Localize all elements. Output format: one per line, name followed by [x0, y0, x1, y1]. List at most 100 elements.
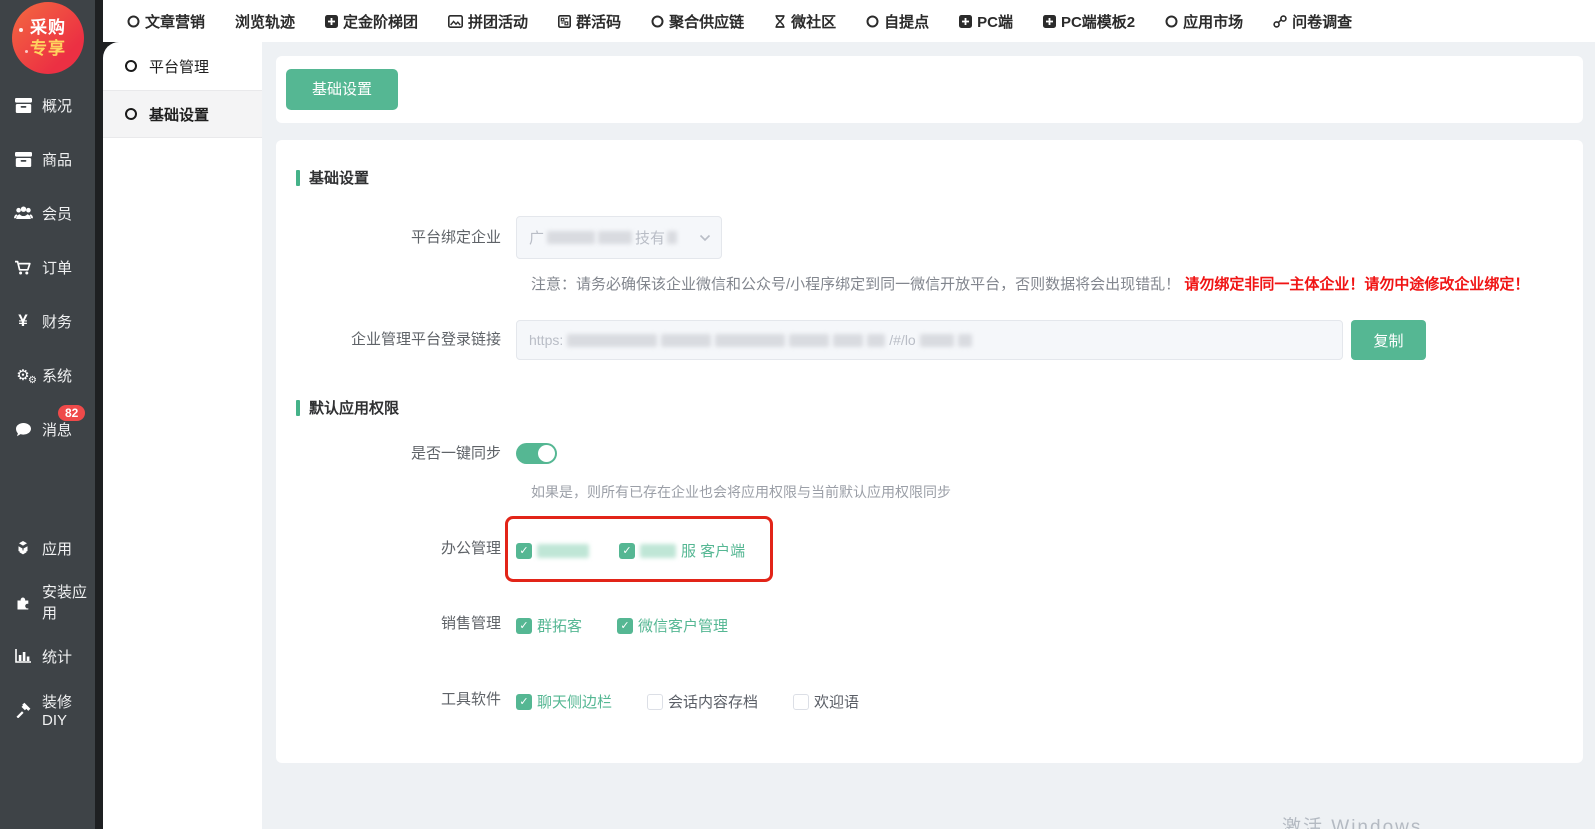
nav-item-label: 浏览轨迹 [235, 11, 295, 32]
nav-item-label: 微社区 [791, 11, 836, 32]
box-icon [13, 98, 33, 113]
redacted-text [547, 231, 595, 244]
nav-item-label: 问卷调查 [1292, 11, 1352, 32]
circle-icon [127, 15, 140, 28]
unchecked-checkbox-icon [647, 694, 663, 710]
sidebar-item-label: 财务 [42, 311, 72, 332]
circle-icon [125, 108, 137, 120]
nav-item-deposit-ladder-group[interactable]: 定金阶梯团 [325, 11, 418, 32]
sidebar-item-system[interactable]: ⚙⚙ 系统 [0, 348, 95, 402]
checkbox-chat-sidebar[interactable]: ✓ 聊天侧边栏 [516, 691, 612, 712]
sidebar-item-stats[interactable]: 统计 [0, 629, 95, 683]
nav-item-browse-track[interactable]: 浏览轨迹 [235, 11, 295, 32]
nav-item-label: PC端模板2 [1061, 11, 1135, 32]
office-checkbox-group: ✓ ✓ 服 客户端 [516, 540, 745, 561]
office-app-checkbox-redacted[interactable]: ✓ [516, 543, 589, 559]
field-label: 办公管理 [296, 540, 516, 558]
circle-icon [125, 60, 137, 72]
qr-code-icon [558, 15, 571, 28]
redacted-text [598, 231, 632, 244]
cart-icon [13, 260, 33, 275]
sidebar-item-label: 订单 [42, 257, 72, 278]
tab-basic-settings[interactable]: 基础设置 [286, 69, 398, 110]
section-accent-bar [296, 400, 300, 416]
sales-checkbox-group: ✓ 群拓客 ✓ 微信客户管理 [516, 615, 728, 636]
primary-sidebar: 采购 专享 概况 商品 会员 订单 ¥ 财务 ⚙⚙ 系统 消息 82 应用 安装… [0, 0, 95, 829]
note-gray-text: 注意：请务必确保该企业微信和公众号/小程序绑定到同一微信开放平台，否则数据将会出… [531, 276, 1180, 293]
sync-toggle[interactable] [516, 443, 557, 464]
checkbox-session-archive[interactable]: 会话内容存档 [647, 691, 758, 712]
sidebar-item-label: 安装应用 [42, 581, 95, 623]
chevron-down-icon [699, 229, 711, 246]
top-navigation: 文章营销 浏览轨迹 定金阶梯团 拼团活动 群活码 聚合供应链 微社区 自提点 P… [103, 0, 1595, 42]
redacted-text [667, 231, 677, 244]
settings-card: 基础设置 平台绑定企业 广 技有 注意：请务必确保该企业微信和公众号/小程序绑定… [276, 140, 1583, 763]
nav-item-pickup-point[interactable]: 自提点 [866, 11, 929, 32]
checked-checkbox-icon: ✓ [617, 618, 633, 634]
url-fragment: /#/lo [889, 332, 915, 348]
nav-item-pc[interactable]: PC端 [959, 11, 1013, 32]
sidebar-item-decorate-diy[interactable]: 装修DIY [0, 683, 95, 737]
field-label: 是否一键同步 [296, 443, 516, 465]
checkbox-welcome-message[interactable]: 欢迎语 [793, 691, 859, 712]
submenu-item-basic-settings[interactable]: 基础设置 [103, 90, 262, 138]
bar-chart-icon [13, 649, 33, 663]
sidebar-item-label: 商品 [42, 149, 72, 170]
sidebar-item-apps[interactable]: 应用 [0, 521, 95, 575]
bound-company-select[interactable]: 广 技有 [516, 216, 722, 259]
checkbox-label: 群拓客 [537, 615, 582, 636]
plus-square-icon [1043, 15, 1056, 28]
company-name-fragment: 技有 [635, 227, 665, 248]
copy-button[interactable]: 复制 [1351, 320, 1426, 360]
tab-bar-card: 基础设置 [276, 56, 1583, 123]
nav-item-label: 群活码 [576, 11, 621, 32]
checked-checkbox-icon: ✓ [516, 618, 532, 634]
checkbox-label: 服 客户端 [681, 540, 745, 561]
sidebar-item-orders[interactable]: 订单 [0, 240, 95, 294]
sidebar-spacer [0, 456, 95, 521]
checked-checkbox-icon: ✓ [516, 694, 532, 710]
nav-item-article-marketing[interactable]: 文章营销 [127, 11, 205, 32]
nav-item-pc-template2[interactable]: PC端模板2 [1043, 11, 1135, 32]
sync-hint-text: 如果是，则所有已存在企业也会将应用权限与当前默认应用权限同步 [531, 482, 1583, 502]
activate-windows-watermark: 激活 Windows [1282, 812, 1422, 829]
unchecked-checkbox-icon [793, 694, 809, 710]
sidebar-item-goods[interactable]: 商品 [0, 132, 95, 186]
submenu-item-label: 平台管理 [149, 56, 209, 77]
hourglass-icon [774, 15, 786, 28]
section-title-default-permissions: 默认应用权限 [296, 397, 1583, 418]
sidebar-item-finance[interactable]: ¥ 财务 [0, 294, 95, 348]
nav-item-group-buy[interactable]: 拼团活动 [448, 11, 528, 32]
checkbox-wechat-customer-management[interactable]: ✓ 微信客户管理 [617, 615, 728, 636]
sidebar-item-install-apps[interactable]: 安装应用 [0, 575, 95, 629]
submenu-item-platform-management[interactable]: 平台管理 [103, 42, 262, 90]
nav-item-label: 文章营销 [145, 11, 205, 32]
link-icon [1273, 15, 1287, 28]
nav-item-survey[interactable]: 问卷调查 [1273, 11, 1352, 32]
field-label: 销售管理 [296, 615, 516, 633]
nav-item-group-qr[interactable]: 群活码 [558, 11, 621, 32]
main-content: 基础设置 基础设置 平台绑定企业 广 技有 注意：请务必确保该企业微信和公众号/… [262, 42, 1595, 829]
circle-icon [651, 15, 664, 28]
users-icon [13, 206, 33, 220]
plus-square-icon [325, 15, 338, 28]
tools-software-row: 工具软件 ✓ 聊天侧边栏 会话内容存档 欢迎语 [296, 691, 1583, 712]
redacted-text [789, 334, 829, 347]
login-link-input[interactable]: https: /#/lo [516, 320, 1343, 360]
company-name-fragment: 广 [529, 227, 544, 248]
nav-item-supply-chain[interactable]: 聚合供应链 [651, 11, 744, 32]
sidebar-item-overview[interactable]: 概况 [0, 78, 95, 132]
section-accent-bar [296, 170, 300, 186]
box-icon [13, 152, 33, 167]
sidebar-item-label: 会员 [42, 203, 72, 224]
nav-item-micro-community[interactable]: 微社区 [774, 11, 836, 32]
redacted-text [567, 334, 657, 347]
sidebar-item-members[interactable]: 会员 [0, 186, 95, 240]
checkbox-quntuoke[interactable]: ✓ 群拓客 [516, 615, 582, 636]
redacted-text [867, 334, 885, 347]
sidebar-item-messages[interactable]: 消息 82 [0, 402, 95, 456]
sales-management-row: 销售管理 ✓ 群拓客 ✓ 微信客户管理 [296, 615, 1583, 636]
office-app-checkbox-client[interactable]: ✓ 服 客户端 [619, 540, 745, 561]
section-title-text: 默认应用权限 [309, 397, 399, 418]
nav-item-app-market[interactable]: 应用市场 [1165, 11, 1243, 32]
